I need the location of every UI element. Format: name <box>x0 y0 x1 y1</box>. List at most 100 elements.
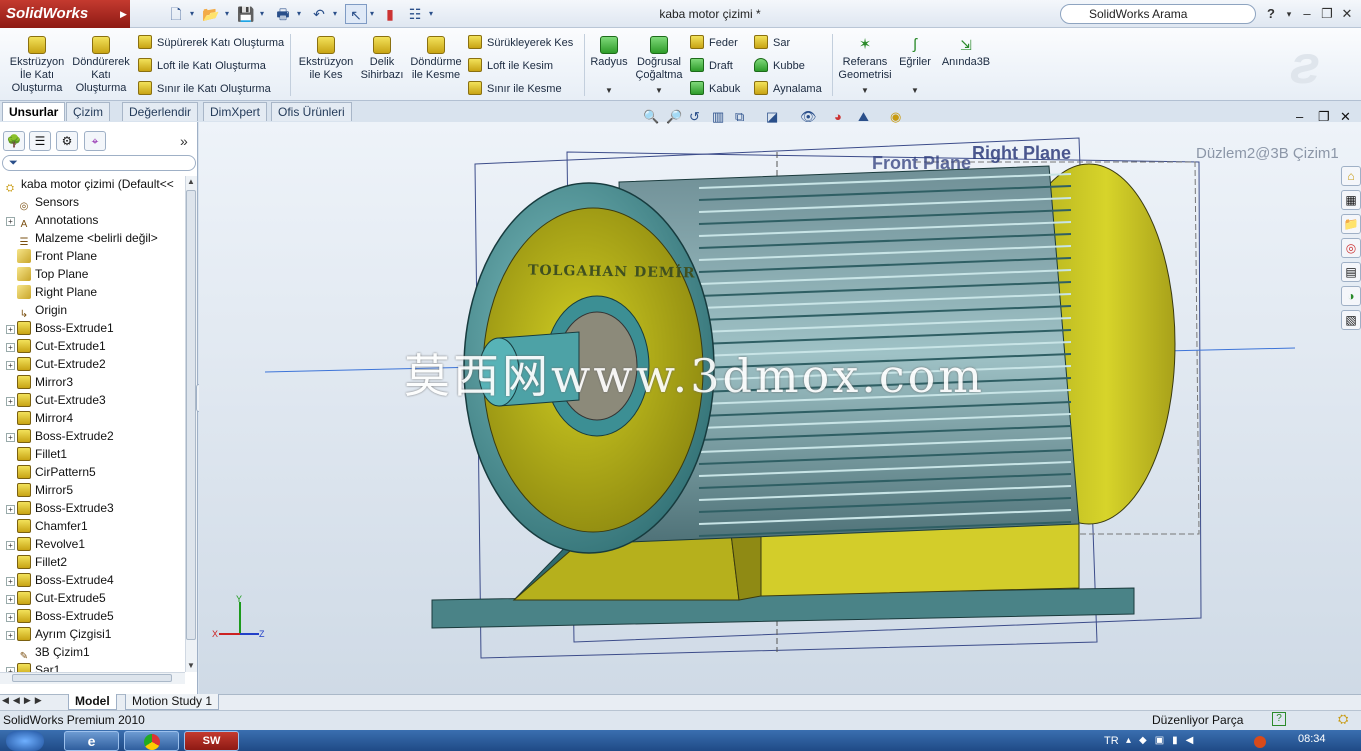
dimxpert-manager-tab-icon[interactable]: ⌖ <box>84 131 106 151</box>
search-results-icon[interactable]: ◎ <box>1341 238 1361 258</box>
tree-item[interactable]: + Cut-Extrude5 <box>0 589 184 607</box>
custom-properties-icon[interactable]: ▧ <box>1341 310 1361 330</box>
app-logo[interactable]: SolidWorks <box>0 0 130 28</box>
close-icon[interactable]: ✕ <box>1338 4 1356 24</box>
open-folder-icon[interactable]: 📂 <box>200 4 222 24</box>
help-button[interactable]: ? <box>1262 4 1280 24</box>
fillet-button[interactable]: Radyus <box>588 36 630 69</box>
view-palette-icon[interactable]: ▤ <box>1341 262 1361 282</box>
search-input[interactable]: SolidWorks Arama <box>1060 4 1256 24</box>
save-icon[interactable]: 💾 <box>235 4 257 24</box>
expand-icon[interactable]: + <box>6 595 15 604</box>
fillet-dropdown-icon[interactable]: ▼ <box>605 86 613 95</box>
tab-model[interactable]: Model <box>68 694 117 710</box>
select-dropdown-icon[interactable]: ▾ <box>367 4 377 24</box>
tree-item[interactable]: CirPattern5 <box>0 463 184 481</box>
scroll-up-icon[interactable]: ▲ <box>187 177 195 186</box>
internet-explorer-icon[interactable]: e <box>64 731 119 751</box>
linear-pattern-button[interactable]: Doğrusal Çoğaltma <box>632 36 686 82</box>
print-icon[interactable]: 🖶 <box>272 4 294 24</box>
solidworks-taskbar-icon[interactable]: SW <box>184 731 239 751</box>
motor-model-svg[interactable]: Y X Z <box>199 122 1361 694</box>
chrome-icon[interactable] <box>124 731 179 751</box>
tree-item[interactable]: + A Annotations <box>0 211 184 230</box>
print-dropdown-icon[interactable]: ▾ <box>294 4 304 24</box>
expand-icon[interactable]: + <box>6 577 15 586</box>
mirror-button[interactable]: Aynalama <box>754 81 822 97</box>
expand-panel-icon[interactable]: » <box>180 133 188 149</box>
design-library-icon[interactable]: ▦ <box>1341 190 1361 210</box>
tab-dimxpert[interactable]: DimXpert <box>203 102 268 121</box>
curves-dropdown-icon[interactable]: ▼ <box>911 86 919 95</box>
tree-item[interactable]: + Cut-Extrude2 <box>0 355 184 373</box>
tree-item[interactable]: + Boss-Extrude1 <box>0 319 184 337</box>
tab-degerlendir[interactable]: Değerlendir <box>122 102 199 121</box>
rib-button[interactable]: Feder <box>690 35 738 51</box>
expand-icon[interactable]: + <box>6 505 15 514</box>
tab-motion-study[interactable]: Motion Study 1 <box>125 694 220 710</box>
app-menu-arrow-icon[interactable]: ▶ <box>120 0 134 28</box>
boundary-boss-button[interactable]: Sınır ile Katı Oluşturma <box>138 81 271 97</box>
new-document-icon[interactable]: 🗋 <box>165 4 187 24</box>
tree-item[interactable]: Chamfer1 <box>0 517 184 535</box>
tree-item[interactable]: Front Plane <box>0 247 184 265</box>
sweep-boss-button[interactable]: Süpürerek Katı Oluşturma <box>138 35 284 51</box>
tree-item[interactable]: + Boss-Extrude2 <box>0 427 184 445</box>
tray-icons[interactable]: ▴◆▣▮◀ <box>1126 735 1201 746</box>
tree-item[interactable]: ✎ 3B Çizim1 <box>0 643 184 662</box>
select-pointer-icon[interactable]: ↖ <box>345 4 367 24</box>
expand-icon[interactable]: + <box>6 433 15 442</box>
language-indicator[interactable]: TR <box>1104 735 1119 747</box>
new-dropdown-icon[interactable]: ▾ <box>187 4 197 24</box>
expand-icon[interactable]: + <box>6 361 15 370</box>
tree-root[interactable]: ⛭ kaba motor çizimi (Default<< <box>0 175 184 194</box>
wrap-button[interactable]: Sar <box>754 35 790 51</box>
loft-cut-button[interactable]: Loft ile Kesim <box>468 58 553 74</box>
open-dropdown-icon[interactable]: ▾ <box>222 4 232 24</box>
tree-item[interactable]: Fillet1 <box>0 445 184 463</box>
tree-item[interactable]: + Boss-Extrude5 <box>0 607 184 625</box>
tree-item[interactable]: + Revolve1 <box>0 535 184 553</box>
rebuild-traffic-light-icon[interactable]: ▮ <box>382 4 398 24</box>
expand-icon[interactable]: + <box>6 325 15 334</box>
feature-manager-tab-icon[interactable]: 🌳 <box>3 131 25 151</box>
property-manager-tab-icon[interactable]: ☰ <box>29 131 51 151</box>
tree-item[interactable]: + Boss-Extrude3 <box>0 499 184 517</box>
expand-icon[interactable]: + <box>6 217 15 226</box>
expand-icon[interactable]: + <box>6 631 15 640</box>
revolve-cut-button[interactable]: Döndürme ile Kesme <box>408 36 464 82</box>
filter-input[interactable]: ⏷ <box>2 155 196 171</box>
undo-icon[interactable]: ↶ <box>308 4 330 24</box>
tree-item[interactable]: ☰ Malzeme <belirli değil> <box>0 229 184 248</box>
start-button-icon[interactable] <box>6 731 44 751</box>
configuration-manager-tab-icon[interactable]: ⚙ <box>56 131 78 151</box>
tab-cizim[interactable]: Çizim <box>66 102 110 121</box>
reference-geometry-button[interactable]: ✶ Referans Geometrisi <box>836 36 894 82</box>
tree-scroll-thumb[interactable] <box>186 190 196 640</box>
expand-icon[interactable]: + <box>6 397 15 406</box>
reference-dropdown-icon[interactable]: ▼ <box>861 86 869 95</box>
options-dropdown-icon[interactable]: ▾ <box>426 4 436 24</box>
extrude-boss-button[interactable]: Ekstrüzyon İle Katı Oluşturma <box>6 36 68 95</box>
extrude-cut-button[interactable]: Ekstrüzyon ile Kes <box>295 36 357 82</box>
tree-item[interactable]: Mirror3 <box>0 373 184 391</box>
appearances-icon[interactable]: ◑ <box>1341 286 1361 306</box>
minimize-icon[interactable]: – <box>1298 4 1316 24</box>
tab-ofis-urunleri[interactable]: Ofis Ürünleri <box>271 102 352 121</box>
draft-button[interactable]: Draft <box>690 58 733 74</box>
file-explorer-icon[interactable]: 📁 <box>1341 214 1361 234</box>
curves-button[interactable]: ʃ Eğriler <box>896 36 934 69</box>
rebuild-status-icon[interactable]: ⛭ <box>1338 711 1348 727</box>
help-status-icon[interactable]: ? <box>1272 712 1286 726</box>
boundary-cut-button[interactable]: Sınır ile Kesme <box>468 81 562 97</box>
undo-dropdown-icon[interactable]: ▾ <box>330 4 340 24</box>
solidworks-resources-icon[interactable]: ⌂ <box>1341 166 1361 186</box>
tree-item[interactable]: Right Plane <box>0 283 184 301</box>
tree-item[interactable]: Top Plane <box>0 265 184 283</box>
loft-boss-button[interactable]: Loft ile Katı Oluşturma <box>138 58 266 74</box>
tree-item[interactable]: + Ayrım Çizgisi1 <box>0 625 184 643</box>
shell-button[interactable]: Kabuk <box>690 81 740 97</box>
tree-item[interactable]: Mirror4 <box>0 409 184 427</box>
tab-unsurlar[interactable]: Unsurlar <box>2 102 66 121</box>
dome-button[interactable]: Kubbe <box>754 58 805 74</box>
